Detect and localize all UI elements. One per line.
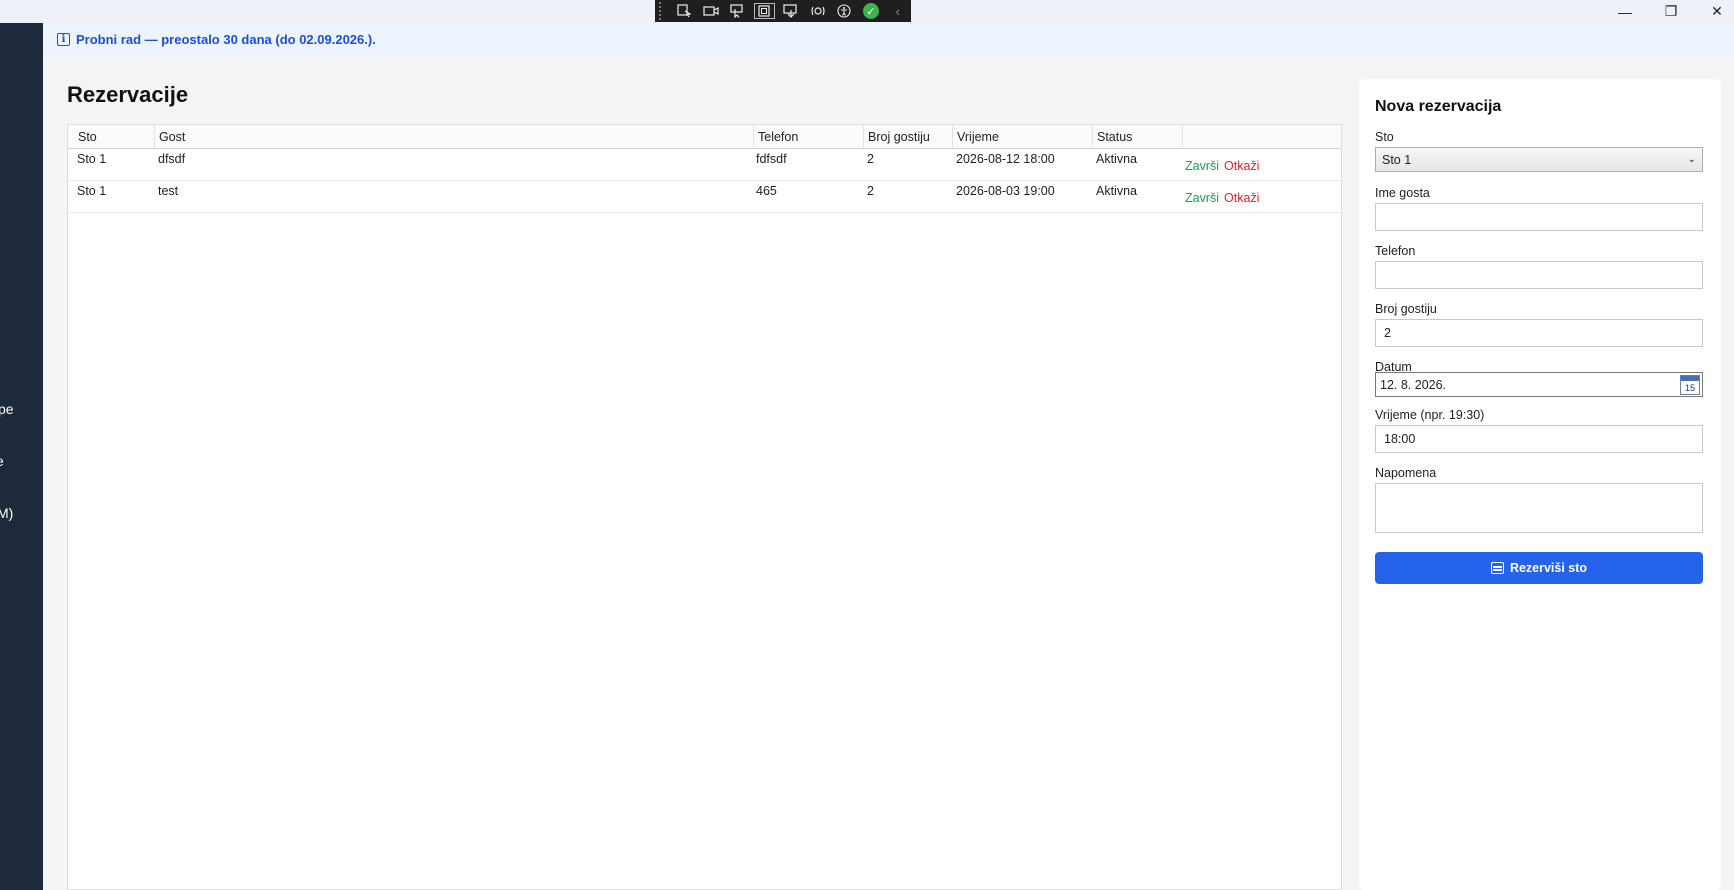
date-picker-value: 12. 8. 2026. [1380, 377, 1447, 392]
guest-count-input[interactable] [1375, 319, 1703, 347]
trial-banner: i Probni rad — preostalo 30 dana (do 02.… [43, 23, 1734, 55]
collapse-icon[interactable]: ‹ [884, 0, 911, 22]
phone-label: Telefon [1375, 244, 1416, 258]
cell-sto: Sto 1 [77, 184, 107, 198]
table-select[interactable]: Sto 1 ⌄ [1375, 147, 1703, 172]
note-textarea[interactable] [1375, 483, 1703, 533]
cell-broj-gostiju: 2 [867, 184, 874, 198]
time-input[interactable] [1375, 425, 1703, 453]
cancel-button[interactable]: Otkaži [1224, 159, 1259, 173]
cell-status: Aktivna [1096, 152, 1137, 166]
new-reservation-panel: Nova rezervacija Sto Sto 1 ⌄ Ime gosta T… [1359, 79, 1721, 890]
sto-label: Sto [1375, 130, 1394, 144]
finish-button[interactable]: Završi [1185, 159, 1219, 173]
cell-telefon: 465 [756, 184, 777, 198]
column-header-gost[interactable]: Gost [155, 125, 754, 149]
guest-name-input[interactable] [1375, 203, 1703, 231]
toolbar-grip[interactable] [659, 2, 667, 20]
window-titlebar: ✓ ‹ — ❐ ✕ [0, 0, 1734, 23]
column-header-vrijeme[interactable]: Vrijeme [953, 125, 1093, 149]
guest-count-label: Broj gostiju [1375, 302, 1437, 316]
reservation-icon [1490, 562, 1504, 574]
display-layout-icon[interactable] [778, 0, 805, 22]
calendar-icon[interactable]: 15 [1680, 374, 1700, 395]
guest-name-label: Ime gosta [1375, 186, 1430, 200]
table-header: Sto Gost Telefon Broj gostiju Vrijeme St… [68, 125, 1341, 149]
reservations-table: Sto Gost Telefon Broj gostiju Vrijeme St… [67, 124, 1342, 890]
sidebar-item-label[interactable]: M) [0, 505, 13, 521]
minimize-icon[interactable]: — [1602, 0, 1648, 23]
reserve-table-button-label: Rezerviši sto [1509, 561, 1588, 575]
phone-input[interactable] [1375, 261, 1703, 289]
cell-gost: dfsdf [158, 152, 186, 166]
accessibility-icon[interactable] [831, 0, 858, 22]
table-select-value: Sto 1 [1382, 152, 1412, 167]
sidebar-item-label[interactable]: e [0, 453, 4, 469]
close-icon[interactable]: ✕ [1694, 0, 1734, 23]
cell-vrijeme: 2026-08-03 19:00 [956, 184, 1055, 198]
table-row[interactable]: Sto 1 dfsdf fdfsdf 2 2026-08-12 18:00 Ak… [68, 149, 1341, 181]
cell-status: Aktivna [1096, 184, 1137, 198]
debug-toolbar: ✓ ‹ [655, 0, 911, 22]
finish-button[interactable]: Završi [1185, 191, 1219, 205]
sidebar-item-label[interactable]: pe [0, 401, 14, 417]
table-row[interactable]: Sto 1 test 465 2 2026-08-03 19:00 Aktivn… [68, 181, 1341, 213]
check-icon[interactable]: ✓ [858, 0, 885, 22]
layout-adorner-icon[interactable] [751, 0, 778, 22]
trial-banner-text: Probni rad — preostalo 30 dana (do 02.09… [76, 31, 376, 47]
chevron-down-icon: ⌄ [1687, 154, 1696, 165]
note-label: Napomena [1375, 466, 1437, 480]
column-header-broj-gostiju[interactable]: Broj gostiju [864, 125, 953, 149]
panel-title: Nova rezervacija [1375, 98, 1502, 115]
reserve-table-button[interactable]: Rezerviši sto [1375, 552, 1703, 584]
time-label: Vrijeme (npr. 19:30) [1375, 408, 1485, 422]
video-icon[interactable] [697, 0, 724, 22]
column-header-telefon[interactable]: Telefon [754, 125, 864, 149]
info-icon: i [57, 32, 70, 46]
column-header-status[interactable]: Status [1093, 125, 1183, 149]
cell-broj-gostiju: 2 [867, 152, 874, 166]
hot-reload-icon[interactable] [804, 0, 831, 22]
date-picker[interactable]: 12. 8. 2026. 15 [1375, 372, 1703, 397]
cell-sto: Sto 1 [77, 152, 107, 166]
pointer-icon[interactable] [724, 0, 751, 22]
cell-vrijeme: 2026-08-12 18:00 [956, 152, 1055, 166]
page-title: Rezervacije [67, 82, 189, 107]
cell-telefon: fdfsdf [756, 152, 787, 166]
sidebar: pe e M) [0, 23, 43, 890]
restore-icon[interactable]: ❐ [1648, 0, 1694, 23]
column-header-sto[interactable]: Sto [68, 125, 155, 149]
select-element-icon[interactable] [671, 0, 698, 22]
cell-gost: test [158, 184, 179, 198]
column-header-actions [1183, 125, 1343, 149]
cancel-button[interactable]: Otkaži [1224, 191, 1259, 205]
